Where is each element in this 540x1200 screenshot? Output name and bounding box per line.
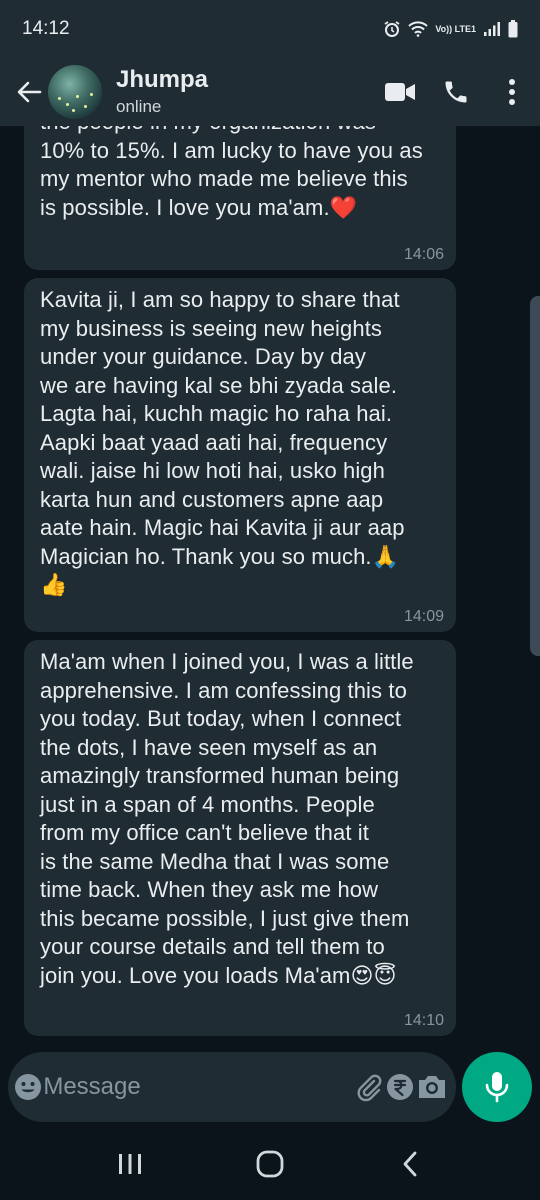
scrollbar[interactable] (530, 296, 540, 656)
rupee-icon (387, 1074, 414, 1100)
attach-button[interactable] (353, 1059, 384, 1115)
camera-icon (418, 1076, 445, 1098)
voice-message-button[interactable] (462, 1052, 532, 1122)
phone-icon (445, 81, 467, 103)
emoji-icon (14, 1074, 41, 1100)
paperclip-icon (357, 1074, 382, 1102)
alarm-icon (383, 20, 401, 38)
emoji-button[interactable] (12, 1059, 43, 1115)
payment-button[interactable] (385, 1059, 416, 1115)
contact-name: Jhumpa (116, 66, 209, 93)
composer-box (8, 1052, 456, 1122)
video-camera-icon (385, 83, 415, 101)
message-bubble[interactable]: Ma'am when I joined you, I was a little … (24, 640, 456, 1036)
back-nav-button[interactable] (380, 1134, 440, 1194)
arrow-left-icon (17, 81, 42, 103)
camera-button[interactable] (416, 1059, 448, 1115)
chevron-left-icon (403, 1151, 417, 1177)
message-bubble[interactable]: Kavita ji, I am so happy to share that m… (24, 278, 456, 632)
menu-button[interactable] (484, 64, 540, 120)
avatar[interactable] (48, 65, 102, 119)
recent-apps-icon (119, 1154, 141, 1174)
chat-area[interactable]: the people in my organization was 10% to… (0, 126, 540, 1052)
message-text: the people in my organization was 10% to… (40, 126, 423, 220)
system-nav-bar (0, 1128, 540, 1200)
composer-bar (0, 1052, 540, 1128)
message-text: Kavita ji, I am so happy to share that m… (40, 287, 405, 597)
message-time: 14:10 (403, 1012, 444, 1029)
chat-header: Jhumpa online (0, 58, 540, 126)
status-bar: 14:12 Vo)) LTE1 (0, 0, 540, 58)
message-input[interactable] (43, 1073, 354, 1101)
status-time: 14:12 (22, 18, 70, 39)
volte-icon: Vo)) LTE1 (435, 23, 476, 34)
wifi-icon (408, 21, 429, 37)
recent-apps-button[interactable] (100, 1134, 160, 1194)
more-vertical-icon (509, 79, 515, 105)
battery-icon (508, 20, 518, 38)
voice-call-button[interactable] (428, 64, 484, 120)
home-icon (256, 1150, 284, 1178)
microphone-icon (485, 1072, 509, 1103)
contact-status: online (116, 97, 162, 116)
video-call-button[interactable] (372, 64, 428, 120)
contact-info[interactable]: Jhumpa online (116, 66, 372, 118)
message-time: 14:09 (403, 608, 444, 625)
home-button[interactable] (240, 1134, 300, 1194)
status-icons: Vo)) LTE1 (383, 20, 518, 38)
signal-icon (483, 21, 501, 37)
back-button[interactable] (4, 67, 54, 117)
message-bubble[interactable]: the people in my organization was 10% to… (24, 126, 456, 270)
message-time: 14:06 (403, 246, 444, 263)
message-text: Ma'am when I joined you, I was a little … (40, 649, 414, 988)
